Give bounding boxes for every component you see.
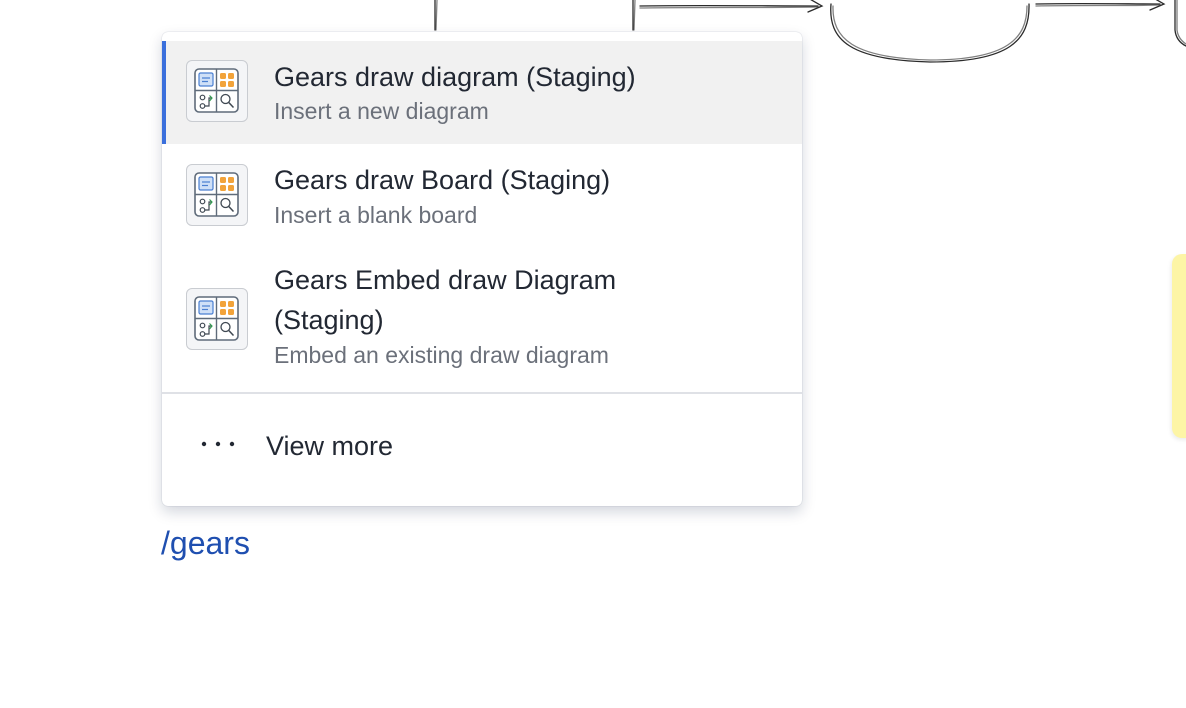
menu-item-gears-draw-board[interactable]: Gears draw Board (Staging) Insert a blan… [162, 144, 802, 248]
menu-item-description: Insert a blank board [274, 202, 478, 228]
more-horizontal-icon [200, 434, 236, 454]
slash-command-menu: Gears draw diagram (Staging) Insert a ne… [162, 32, 802, 506]
view-more-button[interactable]: View more [162, 394, 802, 498]
slash-command-input[interactable]: /gears [161, 523, 250, 563]
menu-item-description: Insert a new diagram [274, 98, 489, 124]
gears-draw-app-icon [186, 60, 248, 122]
menu-item-title: Gears Embed draw Diagram (Staging) [274, 265, 617, 335]
view-more-label: View more [266, 431, 394, 461]
menu-item-title: Gears draw Board (Staging) [274, 165, 611, 195]
menu-item-gears-draw-diagram[interactable]: Gears draw diagram (Staging) Insert a ne… [162, 41, 802, 144]
menu-item-gears-embed-draw-diagram[interactable]: Gears Embed draw Diagram (Staging) Embed… [162, 248, 802, 392]
menu-item-description: Embed an existing draw diagram [274, 342, 609, 368]
whiteboard-canvas[interactable]: Gears draw diagram (Staging) Insert a ne… [0, 0, 1186, 708]
sticky-note[interactable] [1172, 254, 1186, 438]
gears-draw-app-icon [186, 288, 248, 350]
gears-draw-app-icon [186, 164, 248, 226]
menu-item-title: Gears draw diagram (Staging) [274, 62, 636, 92]
